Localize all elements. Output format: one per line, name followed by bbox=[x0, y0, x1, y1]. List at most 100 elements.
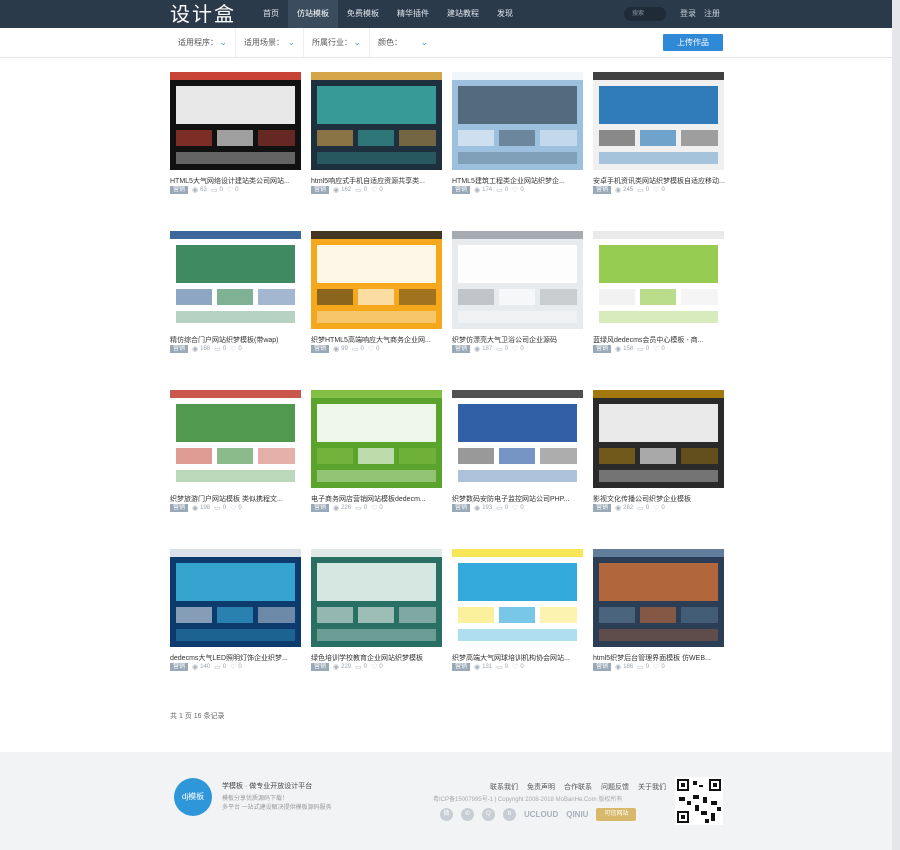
template-card[interactable]: 电子商务网店营销网站模板dedecm... 营销 ◉ 226 ▭ 0 ♡ 0 bbox=[311, 390, 442, 512]
trusted-site-badge[interactable]: 可信网站 bbox=[596, 808, 637, 821]
nav-item-home[interactable]: 首页 bbox=[254, 0, 288, 28]
template-title[interactable]: 织梦高端大气网球培训机构协会网站... bbox=[452, 653, 592, 663]
search-input[interactable]: 搜索 bbox=[624, 7, 666, 21]
category-tag[interactable]: 营销 bbox=[170, 663, 189, 671]
qq-icon[interactable]: Q bbox=[482, 808, 495, 821]
template-card[interactable]: html5织梦后台管理界面模板 仿WEB... 营销 ◉ 186 ▭ 0 ♡ 0 bbox=[593, 549, 724, 671]
template-thumbnail[interactable] bbox=[593, 231, 724, 329]
filter-program[interactable]: 适用程序： ⌄ bbox=[170, 28, 236, 57]
category-tag[interactable]: 营销 bbox=[170, 345, 189, 353]
wechat-icon[interactable]: ✆ bbox=[461, 808, 474, 821]
template-thumbnail[interactable] bbox=[452, 72, 583, 170]
template-card[interactable]: HTML5大气网络设计建站类公司网站... 营销 ◉ 63 ▭ 0 ♡ 0 bbox=[170, 72, 301, 194]
thumb-block bbox=[399, 448, 436, 464]
site-logo[interactable]: 设计盒 bbox=[170, 0, 236, 28]
category-tag[interactable]: 营销 bbox=[452, 504, 471, 512]
template-title[interactable]: html5响应式手机自适应资源共享类... bbox=[311, 176, 451, 186]
template-title[interactable]: 安卓手机资讯类网站织梦模板自适应移动... bbox=[593, 176, 733, 186]
thumb-header bbox=[311, 549, 442, 557]
filter-color[interactable]: 颜色： ⌄ bbox=[370, 28, 436, 57]
template-title[interactable]: html5织梦后台管理界面模板 仿WEB... bbox=[593, 653, 733, 663]
nav-item-free-templates[interactable]: 免费模板 bbox=[338, 0, 388, 28]
template-thumbnail[interactable] bbox=[593, 72, 724, 170]
weibo-icon[interactable]: 微 bbox=[440, 808, 453, 821]
partner-qiniu[interactable]: QINIU bbox=[566, 810, 588, 819]
footer-link-cooperation[interactable]: 合作联系 bbox=[564, 782, 592, 792]
template-card[interactable]: 安卓手机资讯类网站织梦模板自适应移动... 营销 ◉ 245 ▭ 0 ♡ 0 bbox=[593, 72, 725, 194]
template-thumbnail[interactable] bbox=[593, 390, 724, 488]
template-card[interactable]: 织梦高端大气网球培训机构协会网站... 营销 ◉ 131 ▭ 0 ♡ 0 bbox=[452, 549, 583, 671]
category-tag[interactable]: 营销 bbox=[593, 663, 612, 671]
template-title[interactable]: 绿色培训学校教育企业网站织梦模板 bbox=[311, 653, 451, 663]
partner-ucloud[interactable]: UCLOUD bbox=[524, 810, 558, 819]
template-card[interactable]: 绿色培训学校教育企业网站织梦模板 营销 ◉ 229 ▭ 0 ♡ 0 bbox=[311, 549, 442, 671]
thumb-block bbox=[217, 289, 253, 305]
filter-industry[interactable]: 所属行业： ⌄ bbox=[304, 28, 370, 57]
category-tag[interactable]: 营销 bbox=[452, 186, 471, 194]
category-tag[interactable]: 营销 bbox=[311, 345, 330, 353]
upload-work-button[interactable]: 上传作品 bbox=[663, 34, 723, 51]
category-tag[interactable]: 营销 bbox=[311, 663, 330, 671]
template-thumbnail[interactable] bbox=[311, 549, 442, 647]
template-card[interactable]: HTML5建筑工程类企业网站织梦企... 营销 ◉ 174 ▭ 0 ♡ 0 bbox=[452, 72, 583, 194]
footer-link-disclaimer[interactable]: 免责声明 bbox=[527, 782, 555, 792]
template-thumbnail[interactable] bbox=[452, 231, 583, 329]
template-thumbnail[interactable] bbox=[452, 549, 583, 647]
template-title[interactable]: 精仿综合门户网站织梦模板(带wap) bbox=[170, 335, 310, 345]
template-card[interactable]: 精仿综合门户网站织梦模板(带wap) 营销 ◉ 168 ▭ 0 ♡ 0 bbox=[170, 231, 301, 353]
filter-scene-label: 适用场景： bbox=[244, 38, 284, 47]
nav-item-discover[interactable]: 发现 bbox=[488, 0, 522, 28]
footer-link-feedback[interactable]: 问题反馈 bbox=[601, 782, 629, 792]
category-tag[interactable]: 营销 bbox=[593, 504, 612, 512]
template-card[interactable]: 蓝绿风dedecms会员中心模板 - 商... 营销 ◉ 158 ▭ 0 ♡ 0 bbox=[593, 231, 724, 353]
bilibili-icon[interactable]: b bbox=[503, 808, 516, 821]
template-thumbnail[interactable] bbox=[170, 390, 301, 488]
template-title[interactable]: 织梦旅游门户网站模板 类似携程文... bbox=[170, 494, 310, 504]
filter-scene[interactable]: 适用场景： ⌄ bbox=[236, 28, 304, 57]
template-title[interactable]: HTML5大气网络设计建站类公司网站... bbox=[170, 176, 310, 186]
nav-item-plugins[interactable]: 精华插件 bbox=[388, 0, 438, 28]
template-title[interactable]: 织梦仿漂亮大气卫浴公司企业源码 bbox=[452, 335, 592, 345]
category-tag[interactable]: 营销 bbox=[311, 504, 330, 512]
category-tag[interactable]: 营销 bbox=[593, 186, 612, 194]
comment-icon: ▭ bbox=[351, 346, 359, 353]
register-link[interactable]: 注册 bbox=[704, 0, 720, 28]
template-thumbnail[interactable] bbox=[311, 72, 442, 170]
category-tag[interactable]: 营销 bbox=[170, 504, 189, 512]
template-title[interactable]: dedecms大气LED照明灯饰企业织梦... bbox=[170, 653, 310, 663]
template-thumbnail[interactable] bbox=[311, 390, 442, 488]
template-card[interactable]: 织梦仿漂亮大气卫浴公司企业源码 营销 ◉ 187 ▭ 0 ♡ 0 bbox=[452, 231, 583, 353]
template-thumbnail[interactable] bbox=[311, 231, 442, 329]
template-card[interactable]: 织梦HTML5高端响应大气商务企业网... 营销 ◉ 99 ▭ 0 ♡ 0 bbox=[311, 231, 442, 353]
nav-item-clone-templates[interactable]: 仿站模板 bbox=[288, 0, 338, 28]
views-value: 162 bbox=[341, 187, 352, 193]
scrollbar[interactable] bbox=[892, 0, 900, 850]
template-card[interactable]: html5响应式手机自适应资源共享类... 营销 ◉ 162 ▭ 0 ♡ 0 bbox=[311, 72, 442, 194]
template-card[interactable]: 织梦旅游门户网站模板 类似携程文... 营销 ◉ 198 ▭ 0 ♡ 0 bbox=[170, 390, 301, 512]
template-card[interactable]: dedecms大气LED照明灯饰企业织梦... 营销 ◉ 140 ▭ 0 ♡ 0 bbox=[170, 549, 301, 671]
category-tag[interactable]: 营销 bbox=[452, 345, 471, 353]
footer-logo[interactable]: dj模板 bbox=[174, 778, 212, 816]
footer-link-about[interactable]: 关于我们 bbox=[638, 782, 666, 792]
nav-item-tutorials[interactable]: 建站教程 bbox=[438, 0, 488, 28]
template-thumbnail[interactable] bbox=[170, 549, 301, 647]
template-title[interactable]: 影视文化传播公司织梦企业模板 bbox=[593, 494, 733, 504]
category-tag[interactable]: 营销 bbox=[452, 663, 471, 671]
login-link[interactable]: 登录 bbox=[680, 0, 696, 28]
template-thumbnail[interactable] bbox=[452, 390, 583, 488]
template-thumbnail[interactable] bbox=[170, 231, 301, 329]
views-value: 186 bbox=[623, 664, 634, 670]
template-title[interactable]: 蓝绿风dedecms会员中心模板 - 商... bbox=[593, 335, 733, 345]
template-card[interactable]: 织梦数码安防电子监控网站公司PHP... 营销 ◉ 193 ▭ 0 ♡ 0 bbox=[452, 390, 583, 512]
template-title[interactable]: 织梦数码安防电子监控网站公司PHP... bbox=[452, 494, 592, 504]
category-tag[interactable]: 营销 bbox=[593, 345, 612, 353]
template-title[interactable]: 电子商务网店营销网站模板dedecm... bbox=[311, 494, 451, 504]
category-tag[interactable]: 营销 bbox=[170, 186, 189, 194]
template-card[interactable]: 影视文化传播公司织梦企业模板 营销 ◉ 282 ▭ 0 ♡ 0 bbox=[593, 390, 724, 512]
template-title[interactable]: HTML5建筑工程类企业网站织梦企... bbox=[452, 176, 592, 186]
template-thumbnail[interactable] bbox=[170, 72, 301, 170]
template-thumbnail[interactable] bbox=[593, 549, 724, 647]
footer-link-contact[interactable]: 联系我们 bbox=[490, 782, 518, 792]
template-title[interactable]: 织梦HTML5高端响应大气商务企业网... bbox=[311, 335, 451, 345]
category-tag[interactable]: 营销 bbox=[311, 186, 330, 194]
